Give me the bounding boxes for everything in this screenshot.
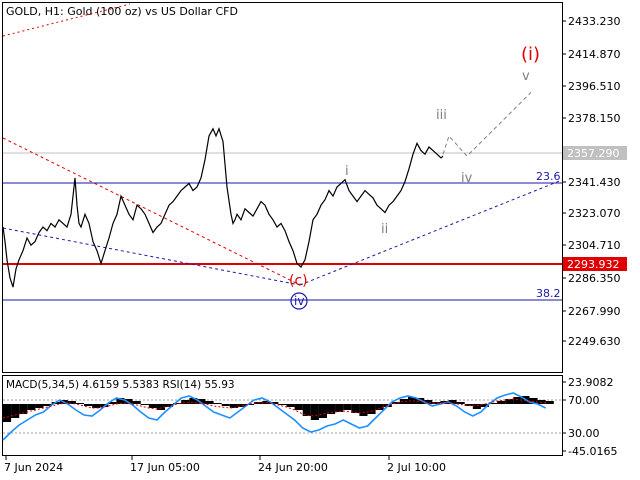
y-tick-label: 2249.630	[568, 335, 621, 348]
macd-bar	[294, 404, 303, 410]
macd-bar	[132, 401, 141, 404]
wave-label: (i)	[521, 44, 540, 65]
main-chart-frame	[2, 2, 563, 373]
price-axis: 2433.2302414.8702396.5102378.1502359.790…	[562, 15, 621, 348]
wave-label: iii	[436, 108, 447, 123]
macd-bar	[140, 404, 149, 405]
ind-tick-label: 23.9082	[568, 376, 614, 389]
y-tick-label: 2304.710	[568, 239, 621, 252]
macd-bar	[545, 401, 554, 404]
macd-bar	[310, 404, 319, 420]
macd-bar	[335, 404, 344, 412]
macd-bar	[148, 404, 157, 408]
svg-text:2293.932: 2293.932	[567, 258, 620, 271]
ind-tick-label: -45.0165	[568, 445, 617, 458]
macd-bar	[286, 404, 295, 407]
svg-text:2357.290: 2357.290	[567, 147, 620, 160]
macd-bar	[497, 401, 506, 404]
x-tick-label: 17 Jun 05:00	[130, 461, 200, 474]
indicator-label: MACD(5,34,5) 4.6159 5.5383 RSI(14) 55.93	[6, 379, 235, 391]
y-tick-label: 2286.350	[568, 272, 621, 285]
ind-tick-label: 30.00	[568, 427, 600, 440]
macd-bar	[213, 403, 222, 404]
time-axis: 7 Jun 2024 17 Jun 05:00 24 Jun 20:00 2 Jul …	[4, 456, 446, 474]
wave-label: v	[522, 69, 530, 84]
macd-bar	[367, 404, 376, 414]
macd-bar	[278, 404, 287, 405]
macd-bar	[221, 404, 230, 406]
macd-bar	[513, 397, 522, 404]
y-tick-label: 2341.430	[568, 176, 621, 189]
chart-title: GOLD, H1: Gold (100 oz) vs US Dollar CFD	[6, 5, 238, 18]
y-tick-label: 2414.870	[568, 48, 621, 61]
macd-bar	[35, 404, 44, 408]
fib-label: 38.2	[536, 287, 561, 300]
y-tick-label: 2433.230	[568, 15, 621, 28]
y-tick-label: 2378.150	[568, 112, 621, 125]
x-tick-label: 2 Jul 10:00	[387, 461, 446, 474]
macd-bar	[92, 404, 101, 408]
y-tick-label: 2267.990	[568, 305, 621, 318]
wave-label: ii	[381, 222, 388, 237]
macd-bar	[205, 401, 214, 404]
x-tick-label: 24 Jun 20:00	[258, 461, 328, 474]
macd-bar	[84, 404, 93, 406]
ind-tick-label: 70.00	[568, 394, 600, 407]
support-price-tag: 2293.932	[563, 257, 627, 271]
price-chart[interactable]: GOLD, H1: Gold (100 oz) vs US Dollar CFD…	[0, 0, 640, 480]
x-tick-label: 7 Jun 2024	[4, 461, 63, 474]
macd-bar	[318, 404, 327, 418]
y-tick-label: 2396.510	[568, 80, 621, 93]
macd-bar	[75, 403, 84, 404]
macd-bar	[359, 404, 368, 416]
wave-label: (c)	[289, 273, 308, 289]
y-tick-label: 2323.070	[568, 207, 621, 220]
wave-label: iv	[461, 171, 473, 186]
wave-label: i	[345, 164, 349, 179]
macd-bar	[27, 404, 36, 410]
macd-bar	[343, 404, 352, 410]
macd-bar	[472, 404, 481, 409]
fib-label: 23.6	[536, 170, 561, 183]
current-price-tag: 2357.290	[563, 146, 627, 160]
macd-bar	[3, 404, 12, 422]
wave-label: iv	[294, 294, 304, 308]
